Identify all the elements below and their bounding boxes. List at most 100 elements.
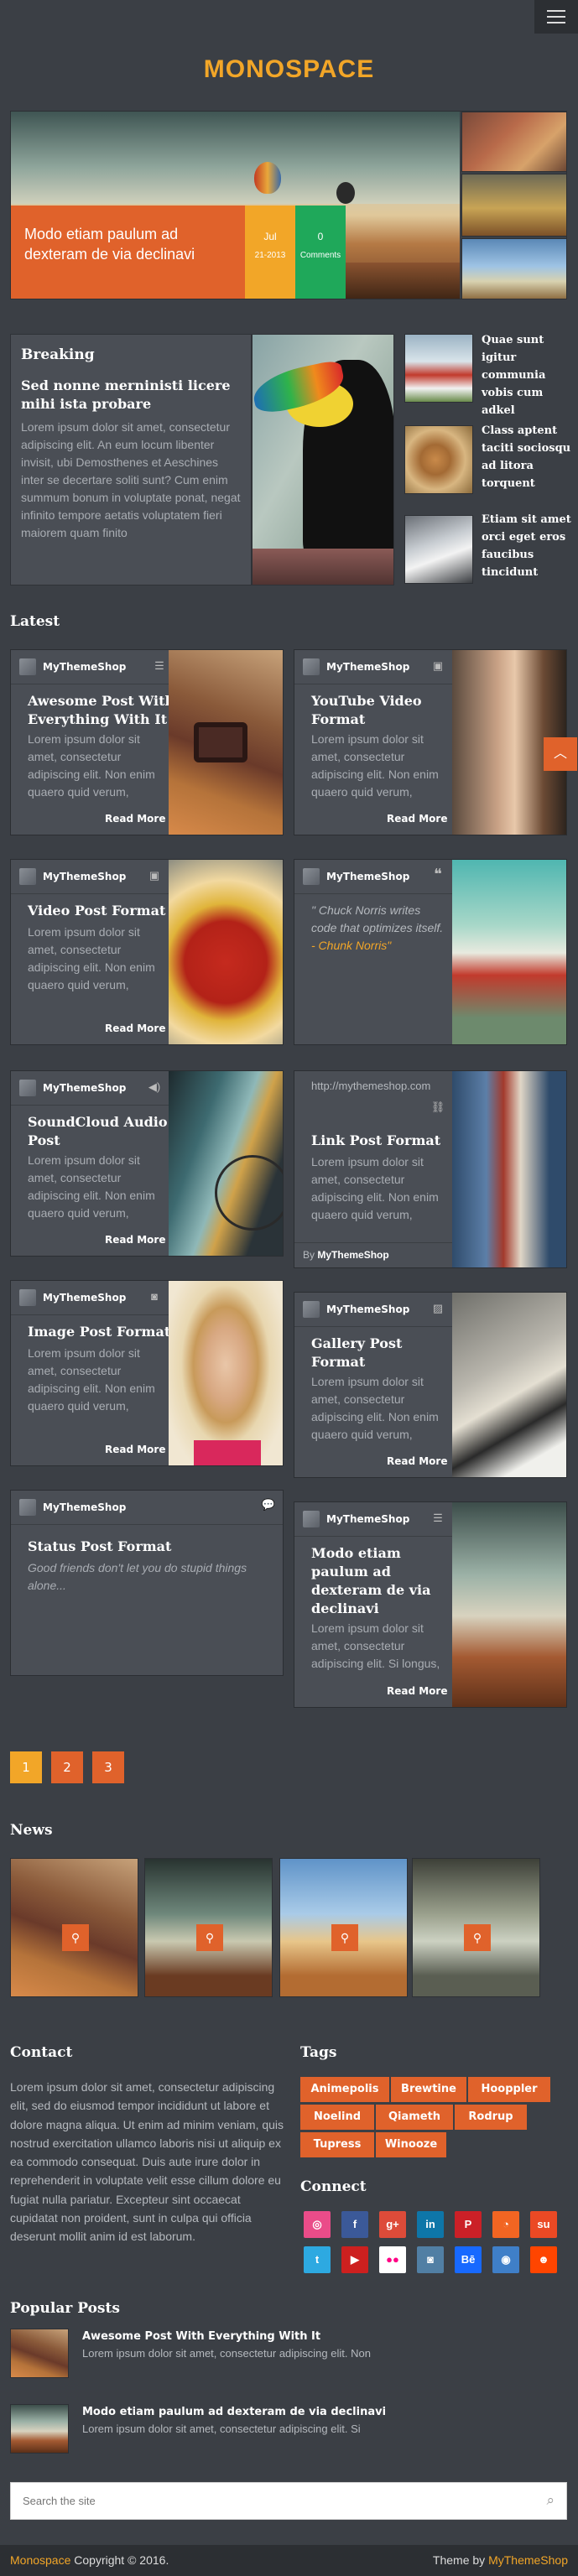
dribbble-icon[interactable]: ◎: [304, 2211, 331, 2238]
popular-title-2[interactable]: Modo etiam paulum ad dexteram de via dec…: [82, 2406, 386, 2418]
instagram-icon[interactable]: ◙: [417, 2246, 444, 2273]
post-image[interactable]: [169, 1071, 283, 1256]
pin-icon: ⚲: [331, 1924, 358, 1951]
side-post-image-3[interactable]: [404, 515, 473, 584]
slide-comments[interactable]: 0 Comments: [295, 206, 346, 299]
link-author: By MyThemeShop: [303, 1249, 389, 1261]
news-thumb-3[interactable]: ⚲: [279, 1858, 408, 1997]
stumbleupon-icon[interactable]: su: [530, 2211, 557, 2238]
menu-toggle-button[interactable]: [534, 0, 578, 34]
post-title[interactable]: Gallery Post Format: [311, 1335, 454, 1371]
post-author[interactable]: MyThemeShop: [303, 868, 409, 885]
post-image[interactable]: [169, 1281, 283, 1465]
side-post-title-3[interactable]: Etiam sit amet orci eget eros faucibus t…: [482, 511, 574, 581]
post-image[interactable]: [452, 860, 566, 1044]
slide-caption[interactable]: Modo etiam paulum ad dexteram de via dec…: [11, 206, 245, 299]
rss-icon[interactable]: ◔: [492, 2211, 519, 2238]
post-author[interactable]: MyThemeShop: [19, 1080, 126, 1096]
post-image[interactable]: [452, 1071, 566, 1267]
breaking-image[interactable]: [252, 334, 394, 585]
side-post-image-2[interactable]: [404, 425, 473, 494]
post-title[interactable]: Status Post Format: [28, 1538, 271, 1556]
page-1-link[interactable]: 1: [10, 1751, 42, 1783]
post-image[interactable]: [169, 860, 283, 1044]
tag-link[interactable]: Winooze: [376, 2132, 446, 2157]
read-more-link[interactable]: Read More: [387, 1685, 448, 1697]
search-icon[interactable]: ⌕: [546, 2492, 555, 2509]
footer-theme-author-link[interactable]: MyThemeShop: [488, 2553, 568, 2567]
read-more-link[interactable]: Read More: [105, 813, 166, 825]
avatar: [303, 1301, 320, 1318]
slider-thumb-1[interactable]: [461, 112, 566, 172]
read-more-link[interactable]: Read More: [105, 1023, 166, 1034]
post-card: MyThemeShop ☰ Awesome Post With Everythi…: [10, 649, 284, 835]
popular-thumb-1[interactable]: [10, 2329, 69, 2378]
flickr-icon[interactable]: ●●: [379, 2246, 406, 2273]
post-image[interactable]: [452, 1293, 566, 1477]
page-3-link[interactable]: 3: [92, 1751, 124, 1783]
side-post-image-1[interactable]: [404, 334, 473, 403]
site-logo[interactable]: MONOSPACE: [0, 55, 578, 84]
post-author[interactable]: MyThemeShop: [19, 1289, 126, 1306]
post-author[interactable]: MyThemeShop: [303, 1511, 409, 1527]
avatar: [19, 1289, 36, 1306]
tag-link[interactable]: Noelind: [300, 2105, 374, 2130]
linkedin-icon[interactable]: in: [417, 2211, 444, 2238]
read-more-link[interactable]: Read More: [387, 813, 448, 825]
popular-thumb-2[interactable]: [10, 2404, 69, 2454]
post-author[interactable]: MyThemeShop: [303, 658, 409, 675]
post-excerpt: Lorem ipsum dolor sit amet, consectetur …: [311, 1621, 440, 1670]
post-title[interactable]: Image Post Format: [28, 1323, 179, 1341]
reddit-icon[interactable]: ☻: [530, 2246, 557, 2273]
slider-thumb-3[interactable]: [461, 238, 566, 299]
tag-link[interactable]: Brewtine: [391, 2077, 466, 2102]
facebook-icon[interactable]: f: [341, 2211, 368, 2238]
author-name[interactable]: MyThemeShop: [317, 1249, 388, 1261]
news-thumb-1[interactable]: ⚲: [10, 1858, 138, 1997]
read-more-link[interactable]: Read More: [105, 1234, 166, 1246]
post-excerpt: Lorem ipsum dolor sit amet, consectetur …: [28, 1346, 155, 1413]
search-input[interactable]: [11, 2483, 514, 2519]
read-more-link[interactable]: Read More: [387, 1455, 448, 1467]
tag-link[interactable]: Hooppler: [468, 2077, 550, 2102]
news-thumb-4[interactable]: ⚲: [412, 1858, 540, 1997]
scroll-to-top-button[interactable]: ︿: [544, 737, 577, 771]
github-icon[interactable]: ◉: [492, 2246, 519, 2273]
link-url[interactable]: http://mythemeshop.com: [311, 1080, 430, 1092]
post-title[interactable]: Link Post Format: [311, 1132, 454, 1150]
post-author[interactable]: MyThemeShop: [19, 658, 126, 675]
footer-brand-link[interactable]: Monospace: [10, 2553, 70, 2567]
popular-excerpt-1: Lorem ipsum dolor sit amet, consectetur …: [82, 2347, 371, 2360]
read-more-link[interactable]: Read More: [105, 1444, 166, 1455]
page-2-link[interactable]: 2: [51, 1751, 83, 1783]
pinterest-icon[interactable]: P: [455, 2211, 482, 2238]
post-author[interactable]: MyThemeShop: [303, 1301, 409, 1318]
breaking-title[interactable]: Sed nonne merninisti licere mihi ista pr…: [21, 377, 241, 414]
side-post-title-1[interactable]: Quae sunt igitur communia vobis cum adke…: [482, 331, 574, 419]
post-title[interactable]: Awesome Post With Everything With It: [28, 692, 179, 729]
side-post-title-2[interactable]: Class aptent taciti sociosqu ad litora t…: [482, 422, 574, 492]
news-thumb-2[interactable]: ⚲: [144, 1858, 273, 1997]
avatar: [19, 1080, 36, 1096]
post-title[interactable]: YouTube Video Format: [311, 692, 462, 729]
youtube-icon[interactable]: ▶: [341, 2246, 368, 2273]
author-name: MyThemeShop: [326, 871, 410, 882]
post-author[interactable]: MyThemeShop: [19, 868, 126, 885]
slider-thumb-2[interactable]: [461, 174, 566, 237]
latest-heading: Latest: [10, 613, 60, 630]
behance-icon[interactable]: Bē: [455, 2246, 482, 2273]
tag-link[interactable]: Animepolis: [300, 2077, 389, 2102]
tag-link[interactable]: Qiameth: [376, 2105, 453, 2130]
post-title[interactable]: Video Post Format: [28, 902, 179, 920]
post-author[interactable]: MyThemeShop: [19, 1499, 126, 1516]
quote-author[interactable]: - Chunk Norris": [311, 939, 391, 952]
popular-title-1[interactable]: Awesome Post With Everything With It: [82, 2330, 320, 2343]
post-title[interactable]: SoundCloud Audio Post: [28, 1113, 170, 1150]
googleplus-icon[interactable]: g+: [379, 2211, 406, 2238]
post-title[interactable]: Modo etiam paulum ad dexteram de via dec…: [311, 1544, 454, 1618]
twitter-icon[interactable]: t: [304, 2246, 331, 2273]
tag-link[interactable]: Rodrup: [455, 2105, 527, 2130]
tag-link[interactable]: Tupress: [300, 2132, 374, 2157]
post-image[interactable]: [452, 1502, 566, 1707]
post-image[interactable]: [169, 650, 283, 835]
